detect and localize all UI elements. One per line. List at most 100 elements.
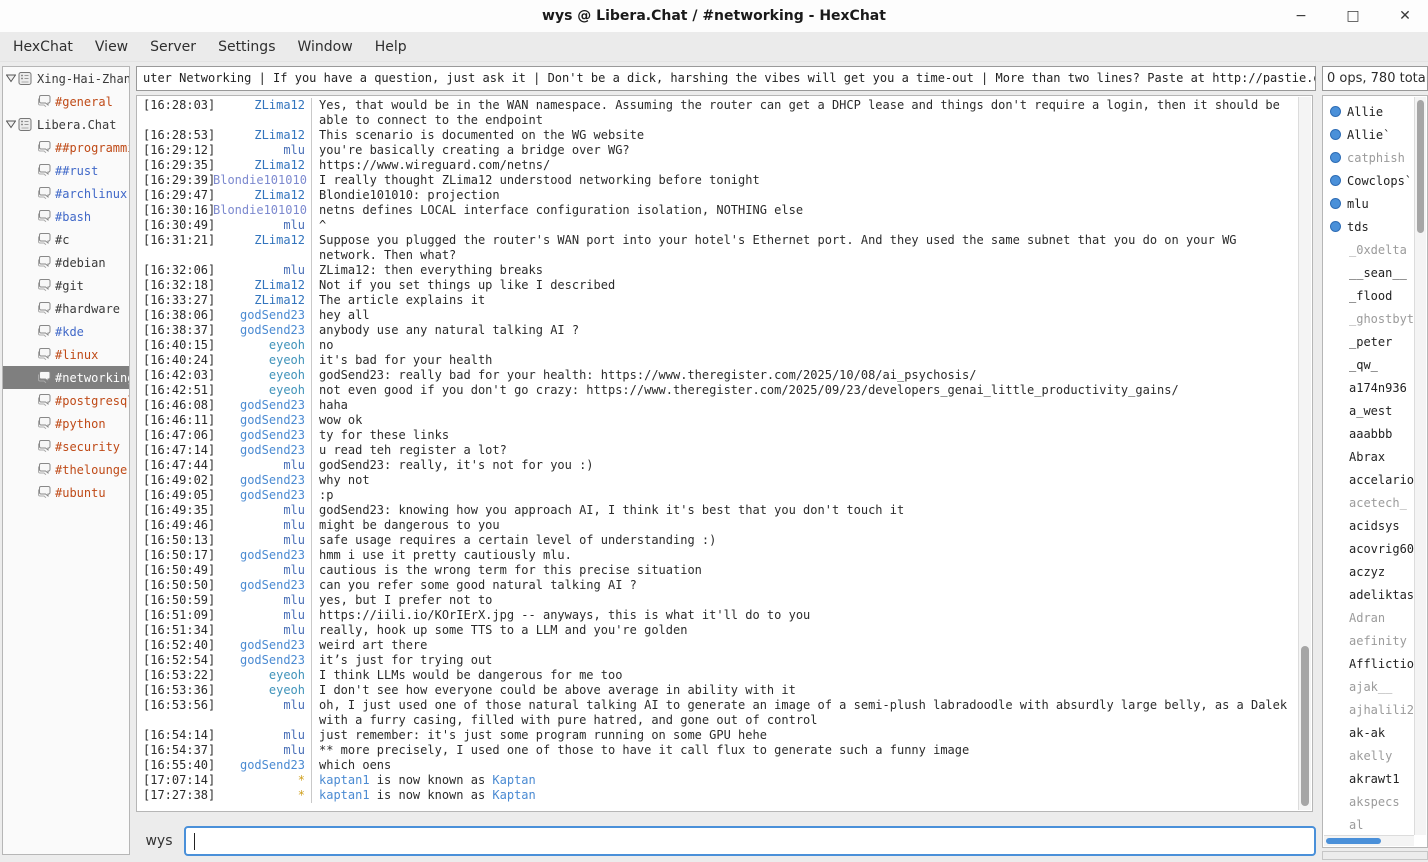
message-text: I really thought ZLima12 understood netw… xyxy=(312,173,1298,188)
sidebar-item-postgresql[interactable]: #postgresql xyxy=(3,389,129,412)
sidebar-item-bash[interactable]: #bash xyxy=(3,205,129,228)
message-row: [16:28:03]ZLima12Yes, that would be in t… xyxy=(137,98,1298,128)
sidebar-item-general[interactable]: #general xyxy=(3,90,129,113)
sidebar-item-kde[interactable]: #kde xyxy=(3,320,129,343)
user-name: adeliktas xyxy=(1349,588,1414,602)
chat-scrollbar-thumb[interactable] xyxy=(1301,646,1309,806)
nick: mlu xyxy=(213,218,312,233)
chat-scrollbar[interactable] xyxy=(1298,97,1311,810)
user-row[interactable]: Affliction xyxy=(1323,652,1414,675)
message-row: [16:47:44]mlugodSend23: really, it's not… xyxy=(137,458,1298,473)
user-row[interactable]: _peter xyxy=(1323,330,1414,353)
user-row[interactable]: akelly xyxy=(1323,744,1414,767)
user-row[interactable]: Abrax xyxy=(1323,445,1414,468)
user-row[interactable]: __sean__ xyxy=(1323,261,1414,284)
user-row[interactable]: ak-ak xyxy=(1323,721,1414,744)
nick-mention: kaptan1 xyxy=(319,788,370,802)
tree-server-row[interactable]: Xing-Hai-Zhang xyxy=(3,67,129,90)
user-name: aczyz xyxy=(1349,565,1385,579)
sidebar-item-ubuntu[interactable]: #ubuntu xyxy=(3,481,129,504)
sidebar-item-programming[interactable]: ##programming xyxy=(3,136,129,159)
sidebar-item-rust[interactable]: ##rust xyxy=(3,159,129,182)
voice-dot-icon xyxy=(1330,152,1341,163)
user-row[interactable]: catphish xyxy=(1323,146,1414,169)
timestamp: [16:29:47] xyxy=(137,188,213,203)
message-text: Blondie101010: projection xyxy=(312,188,1298,203)
nick: godSend23 xyxy=(213,308,312,323)
inputbar: wys xyxy=(136,824,1316,858)
message-input[interactable] xyxy=(184,826,1316,856)
sidebar-item-c[interactable]: #c xyxy=(3,228,129,251)
user-name: _peter xyxy=(1349,335,1392,349)
message-text: u read teh register a lot? xyxy=(312,443,1298,458)
user-name: ajak__ xyxy=(1349,680,1392,694)
timestamp: [16:53:36] xyxy=(137,683,213,698)
user-row[interactable]: al xyxy=(1323,813,1414,836)
user-row[interactable]: _qw_ xyxy=(1323,353,1414,376)
user-row[interactable]: aaabbb xyxy=(1323,422,1414,445)
user-row[interactable]: a174n936 xyxy=(1323,376,1414,399)
server-icon xyxy=(18,118,34,131)
userlist-vscrollbar[interactable] xyxy=(1414,97,1426,835)
voice-dot-icon xyxy=(1330,198,1341,209)
sidebar-item-git[interactable]: #git xyxy=(3,274,129,297)
userlist-vscrollbar-thumb[interactable] xyxy=(1417,100,1424,233)
user-row[interactable]: _flood xyxy=(1323,284,1414,307)
sidebar-item-hardware[interactable]: #hardware xyxy=(3,297,129,320)
user-row[interactable]: adeliktas xyxy=(1323,583,1414,606)
message-row: [16:40:15]eyeohno xyxy=(137,338,1298,353)
user-row[interactable]: acovrig60 xyxy=(1323,537,1414,560)
message-row: [16:52:40]godSend23weird art there xyxy=(137,638,1298,653)
sidebar-item-archlinux[interactable]: #archlinux xyxy=(3,182,129,205)
menu-item-view[interactable]: View xyxy=(84,32,139,62)
user-row[interactable]: _0xdelta xyxy=(1323,238,1414,261)
menu-item-hexchat[interactable]: HexChat xyxy=(2,32,84,62)
channel-icon xyxy=(36,187,52,200)
user-row[interactable]: acidsys xyxy=(1323,514,1414,537)
timestamp: [16:40:24] xyxy=(137,353,213,368)
user-row[interactable]: ajak__ xyxy=(1323,675,1414,698)
menu-item-window[interactable]: Window xyxy=(286,32,363,62)
user-row[interactable]: acetech_ xyxy=(1323,491,1414,514)
sidebar-item-python[interactable]: #python xyxy=(3,412,129,435)
user-row[interactable]: accelario xyxy=(1323,468,1414,491)
sidebar-item-linux[interactable]: #linux xyxy=(3,343,129,366)
menu-item-help[interactable]: Help xyxy=(364,32,418,62)
chevron-down-icon[interactable] xyxy=(6,120,18,129)
user-row[interactable]: ajhalili2 xyxy=(1323,698,1414,721)
text-caret xyxy=(194,833,195,850)
channel-name: #linux xyxy=(55,348,98,362)
user-name: ajhalili2 xyxy=(1349,703,1414,717)
chat-area: [16:28:03]ZLima12Yes, that would be in t… xyxy=(136,95,1313,812)
close-icon[interactable]: ✕ xyxy=(1396,7,1414,25)
user-row[interactable]: aefinity xyxy=(1323,629,1414,652)
userlist-hscrollbar-thumb[interactable] xyxy=(1326,838,1381,844)
sidebar-item-thelounge[interactable]: #thelounge xyxy=(3,458,129,481)
user-row[interactable]: _ghostbyt xyxy=(1323,307,1414,330)
topic-input[interactable]: uter Networking | If you have a question… xyxy=(136,66,1316,91)
user-row[interactable]: Allie` xyxy=(1323,123,1414,146)
user-row[interactable]: akspecs xyxy=(1323,790,1414,813)
user-row[interactable]: tds xyxy=(1323,215,1414,238)
user-row[interactable]: Allie xyxy=(1323,100,1414,123)
user-row[interactable]: mlu xyxy=(1323,192,1414,215)
minimize-icon[interactable]: − xyxy=(1292,7,1310,25)
chevron-down-icon[interactable] xyxy=(6,74,18,83)
message-row: [16:53:36]eyeohI don't see how everyone … xyxy=(137,683,1298,698)
sidebar-item-security[interactable]: #security xyxy=(3,435,129,458)
message-text: https://www.wireguard.com/netns/ xyxy=(312,158,1298,173)
menu-item-settings[interactable]: Settings xyxy=(207,32,286,62)
menu-item-server[interactable]: Server xyxy=(139,32,207,62)
user-row[interactable]: aczyz xyxy=(1323,560,1414,583)
tree-server-row[interactable]: Libera.Chat xyxy=(3,113,129,136)
sidebar-item-networking[interactable]: #networking xyxy=(3,366,129,389)
user-row[interactable]: a_west xyxy=(1323,399,1414,422)
message-row: [17:07:14]*kaptan1 is now known as Kapta… xyxy=(137,773,1298,788)
message-row: [16:33:27]ZLima12The article explains it xyxy=(137,293,1298,308)
user-row[interactable]: akrawt1 xyxy=(1323,767,1414,790)
user-row[interactable]: Cowclops` xyxy=(1323,169,1414,192)
maximize-icon[interactable]: □ xyxy=(1344,7,1362,25)
sidebar-item-debian[interactable]: #debian xyxy=(3,251,129,274)
userlist-hscrollbar[interactable] xyxy=(1324,835,1414,846)
user-row[interactable]: Adran xyxy=(1323,606,1414,629)
